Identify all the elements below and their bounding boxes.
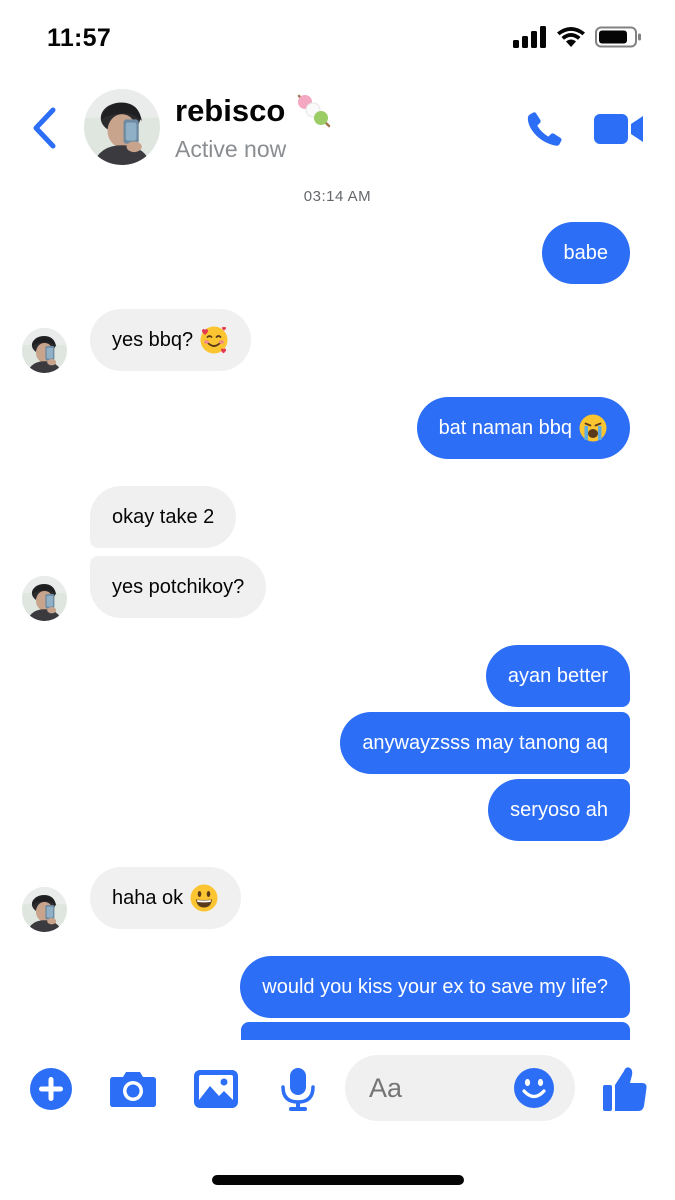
emoji-button[interactable] — [513, 1067, 555, 1109]
message-input-container[interactable] — [345, 1055, 575, 1121]
microphone-icon — [281, 1068, 315, 1111]
message-outgoing-partial[interactable] — [241, 1022, 630, 1040]
message-incoming[interactable]: yes bbq? — [90, 309, 252, 371]
message-outgoing[interactable]: anywayzsss may tanong aq — [340, 712, 630, 774]
message-outgoing[interactable]: seryoso ah — [488, 779, 630, 841]
message-text: ayan better — [507, 665, 608, 687]
contact-status: Active now — [175, 136, 287, 162]
status-icons — [513, 26, 643, 48]
smiley-icon — [514, 1068, 554, 1108]
sender-avatar[interactable] — [22, 576, 67, 621]
message-text: would you kiss your ex to save my life? — [262, 976, 608, 998]
message-incoming[interactable]: haha ok — [90, 867, 242, 929]
wifi-icon — [557, 27, 585, 47]
camera-icon — [110, 1072, 156, 1107]
message-text: yes bbq? — [112, 329, 194, 351]
loudly-crying-face-icon — [579, 414, 607, 442]
back-button[interactable] — [24, 102, 64, 154]
message-incoming[interactable]: okay take 2 — [90, 486, 237, 548]
sender-avatar[interactable] — [22, 887, 67, 932]
smiling-face-with-hearts-icon — [200, 326, 228, 354]
message-outgoing[interactable]: ayan better — [485, 645, 630, 707]
image-icon — [194, 1070, 238, 1108]
message-text: babe — [563, 242, 609, 264]
message-text: bat naman bbq — [438, 417, 572, 439]
chevron-left-icon — [33, 107, 56, 149]
message-outgoing[interactable]: bat naman bbq — [416, 397, 630, 459]
grinning-face-icon — [190, 884, 218, 912]
phone-icon — [527, 112, 562, 146]
cellular-signal-icon — [513, 26, 546, 48]
voice-call-button[interactable] — [517, 106, 573, 152]
add-button[interactable] — [26, 1064, 76, 1114]
conversation-timestamp: 03:14 AM — [303, 188, 372, 205]
message-input[interactable] — [369, 1055, 509, 1121]
plus-circle-icon — [30, 1068, 72, 1110]
message-text: haha ok — [112, 887, 184, 909]
home-indicator — [212, 1175, 464, 1185]
message-outgoing[interactable]: would you kiss your ex to save my life? — [240, 956, 630, 1018]
voice-message-button[interactable] — [273, 1064, 323, 1114]
video-camera-icon — [594, 114, 643, 144]
message-text: anywayzsss may tanong aq — [362, 732, 608, 754]
message-text: yes potchikoy? — [112, 576, 245, 598]
like-button[interactable] — [600, 1064, 650, 1114]
message-incoming[interactable]: yes potchikoy? — [90, 556, 267, 618]
contact-name-row[interactable]: rebisco — [175, 92, 333, 130]
video-call-button[interactable] — [591, 106, 647, 152]
thumbs-up-icon — [603, 1067, 647, 1111]
battery-icon — [595, 26, 641, 48]
sender-avatar[interactable] — [22, 328, 67, 373]
dango-icon — [298, 94, 331, 128]
camera-button[interactable] — [108, 1064, 158, 1114]
gallery-button[interactable] — [191, 1064, 241, 1114]
contact-name: rebisco — [175, 93, 286, 128]
contact-avatar[interactable] — [84, 89, 160, 165]
message-text: okay take 2 — [112, 506, 215, 528]
message-outgoing[interactable]: babe — [541, 222, 630, 284]
message-text: seryoso ah — [510, 799, 608, 821]
status-time: 11:57 — [47, 24, 112, 52]
